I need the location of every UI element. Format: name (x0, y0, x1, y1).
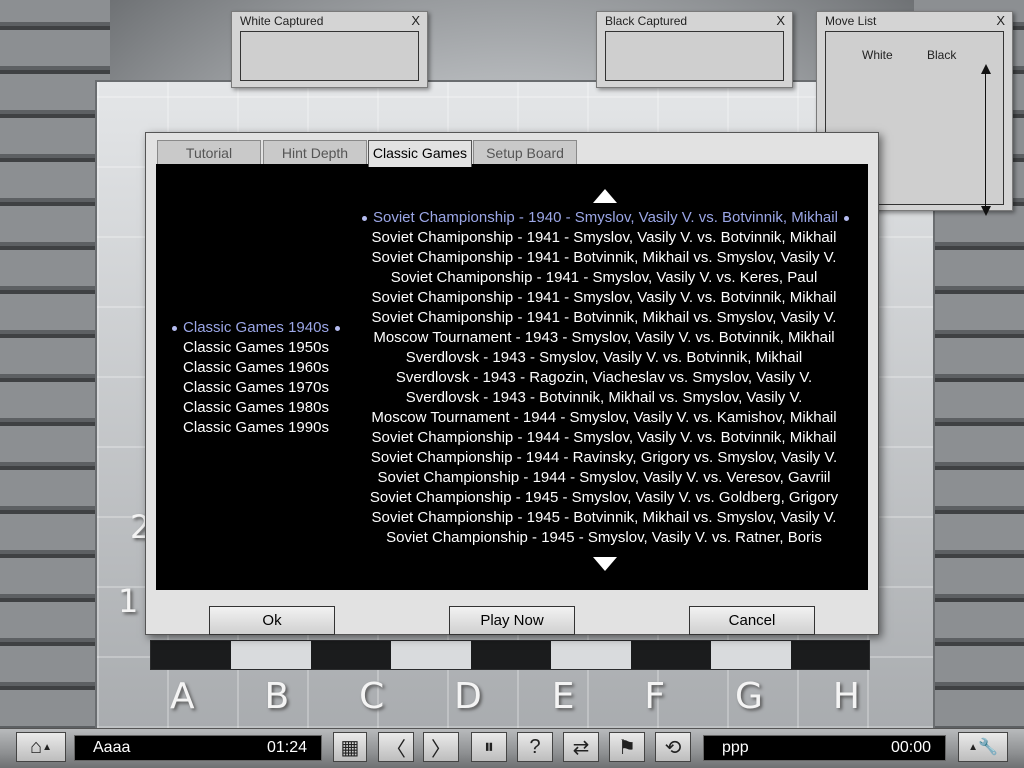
caret-up-icon: ▲ (968, 741, 978, 753)
player1-clock: Aaaa 01:24 (74, 735, 322, 761)
game-item[interactable]: Soviet Chamiponship - 1941 - Botvinnik, … (356, 308, 852, 328)
game-item[interactable]: Soviet Championship - 1940 - Smyslov, Va… (356, 208, 852, 228)
game-item[interactable]: Soviet Championship - 1945 - Smyslov, Va… (356, 488, 852, 508)
game-item[interactable]: Sverdlovsk - 1943 - Botvinnik, Mikhail v… (356, 388, 852, 408)
ok-button[interactable]: Ok (209, 606, 335, 635)
file-label: H (832, 676, 860, 717)
pause-icon: ⏸ (484, 735, 494, 758)
game-item[interactable]: Moscow Tournament - 1943 - Smyslov, Vasi… (356, 328, 852, 348)
player2-time: 00:00 (890, 739, 931, 756)
tab-classic-games[interactable]: Classic Games (368, 140, 472, 167)
chess-board-edge (150, 640, 870, 670)
file-label: D (454, 676, 482, 717)
panel-title: Black Captured (605, 14, 688, 28)
decade-item[interactable]: Classic Games 1980s (156, 398, 356, 418)
game-item[interactable]: Soviet Chamiponship - 1941 - Botvinnik, … (356, 248, 852, 268)
classic-games-panel: Classic Games 1940s Classic Games 1950s … (156, 164, 868, 590)
games-list: Soviet Championship - 1940 - Smyslov, Va… (356, 208, 852, 548)
rank-label: 1 (118, 582, 139, 620)
game-label: Soviet Championship - 1940 - Smyslov, Va… (373, 209, 838, 226)
file-label: E (551, 676, 575, 717)
back-icon: 〈 (386, 738, 406, 761)
game-item[interactable]: Sverdlovsk - 1943 - Smyslov, Vasily V. v… (356, 348, 852, 368)
white-captured-panel: White Captured X (231, 11, 428, 88)
flag-icon: ⚑ (618, 736, 636, 759)
panel-title: Move List (825, 14, 877, 28)
scroll-up-icon[interactable] (593, 189, 617, 203)
redo-button[interactable]: 〉 (423, 732, 459, 762)
resign-button[interactable]: ⚑ (609, 732, 645, 762)
decade-item[interactable]: Classic Games 1990s (156, 418, 356, 438)
home-icon: ⌂ (30, 735, 43, 758)
decade-list: Classic Games 1940s Classic Games 1950s … (156, 318, 356, 438)
game-item[interactable]: Soviet Championship - 1944 - Smyslov, Va… (356, 468, 852, 488)
file-label: C (359, 676, 385, 717)
player1-time: 01:24 (266, 739, 307, 756)
tab-hint-depth[interactable]: Hint Depth (263, 140, 367, 165)
game-item[interactable]: Soviet Championship - 1945 - Botvinnik, … (356, 508, 852, 528)
bullet-icon (843, 215, 849, 221)
board-icon: ▦ (340, 736, 360, 759)
tab-setup-board[interactable]: Setup Board (473, 140, 577, 165)
game-item[interactable]: Soviet Championship - 1945 - Smyslov, Va… (356, 528, 852, 548)
game-item[interactable]: Soviet Chamiponship - 1941 - Smyslov, Va… (356, 228, 852, 248)
black-captured-panel: Black Captured X (596, 11, 793, 88)
player2-name: ppp (722, 739, 749, 756)
game-options-dialog: Tutorial Hint Depth Classic Games Setup … (145, 132, 879, 635)
home-menu-button[interactable]: ⌂ ▲ (16, 732, 66, 762)
rotate-view-button[interactable]: ⟲ (655, 732, 691, 762)
pause-button[interactable]: ⏸ (471, 732, 507, 762)
bullet-icon (172, 325, 178, 331)
caret-up-icon: ▲ (42, 741, 52, 753)
close-icon[interactable]: X (411, 13, 420, 28)
swap-sides-button[interactable]: ⇄ (563, 732, 599, 762)
decade-item[interactable]: Classic Games 1970s (156, 378, 356, 398)
settings-menu-button[interactable]: ▲ 🔧 (958, 732, 1008, 762)
close-icon[interactable]: X (776, 13, 785, 28)
captured-pieces-area (605, 31, 784, 81)
scroll-track[interactable] (985, 72, 986, 208)
undo-button[interactable]: 〈 (378, 732, 414, 762)
decade-item[interactable]: Classic Games 1940s (156, 318, 356, 338)
rotate-icon: ⟲ (664, 736, 682, 759)
cancel-button[interactable]: Cancel (689, 606, 815, 635)
game-item[interactable]: Sverdlovsk - 1943 - Ragozin, Viacheslav … (356, 368, 852, 388)
bottom-toolbar: ⌂ ▲ Aaaa 01:24 ▦ 〈 〉 ⏸ ? ⇄ ⚑ ⟲ ppp 00:00 … (0, 728, 1024, 768)
scroll-down-icon[interactable] (981, 206, 991, 216)
bullet-icon (334, 325, 340, 331)
swap-icon: ⇄ (572, 736, 590, 759)
forward-icon: 〉 (431, 738, 451, 761)
decade-label: Classic Games 1940s (183, 319, 329, 336)
captured-pieces-area (240, 31, 419, 81)
board-style-button[interactable]: ▦ (333, 732, 367, 762)
room-wall-left (0, 0, 110, 730)
file-label: G (735, 676, 763, 717)
decade-item[interactable]: Classic Games 1950s (156, 338, 356, 358)
file-label: B (264, 676, 290, 717)
move-list-white-header: White (862, 48, 893, 62)
bullet-icon (362, 215, 367, 221)
play-now-button[interactable]: Play Now (449, 606, 575, 635)
close-icon[interactable]: X (996, 13, 1005, 28)
hint-icon: ? (529, 735, 541, 758)
file-label: F (644, 676, 666, 717)
panel-title: White Captured (240, 14, 324, 28)
tab-tutorial[interactable]: Tutorial (157, 140, 261, 165)
move-list-black-header: Black (927, 48, 957, 62)
game-item[interactable]: Soviet Championship - 1944 - Ravinsky, G… (356, 448, 852, 468)
wrench-icon: 🔧 (977, 739, 998, 756)
game-item[interactable]: Soviet Chamiponship - 1941 - Smyslov, Va… (356, 268, 852, 288)
game-item[interactable]: Soviet Chamiponship - 1941 - Smyslov, Va… (356, 288, 852, 308)
player1-name: Aaaa (93, 739, 131, 756)
file-label: A (170, 676, 195, 717)
scroll-down-icon[interactable] (593, 557, 617, 571)
player2-clock: ppp 00:00 (703, 735, 946, 761)
hint-button[interactable]: ? (517, 732, 553, 762)
game-item[interactable]: Moscow Tournament - 1944 - Smyslov, Vasi… (356, 408, 852, 428)
decade-item[interactable]: Classic Games 1960s (156, 358, 356, 378)
board-file-labels: A B C D E F G H (170, 676, 860, 721)
game-item[interactable]: Soviet Championship - 1944 - Smyslov, Va… (356, 428, 852, 448)
scroll-up-icon[interactable] (981, 64, 991, 74)
